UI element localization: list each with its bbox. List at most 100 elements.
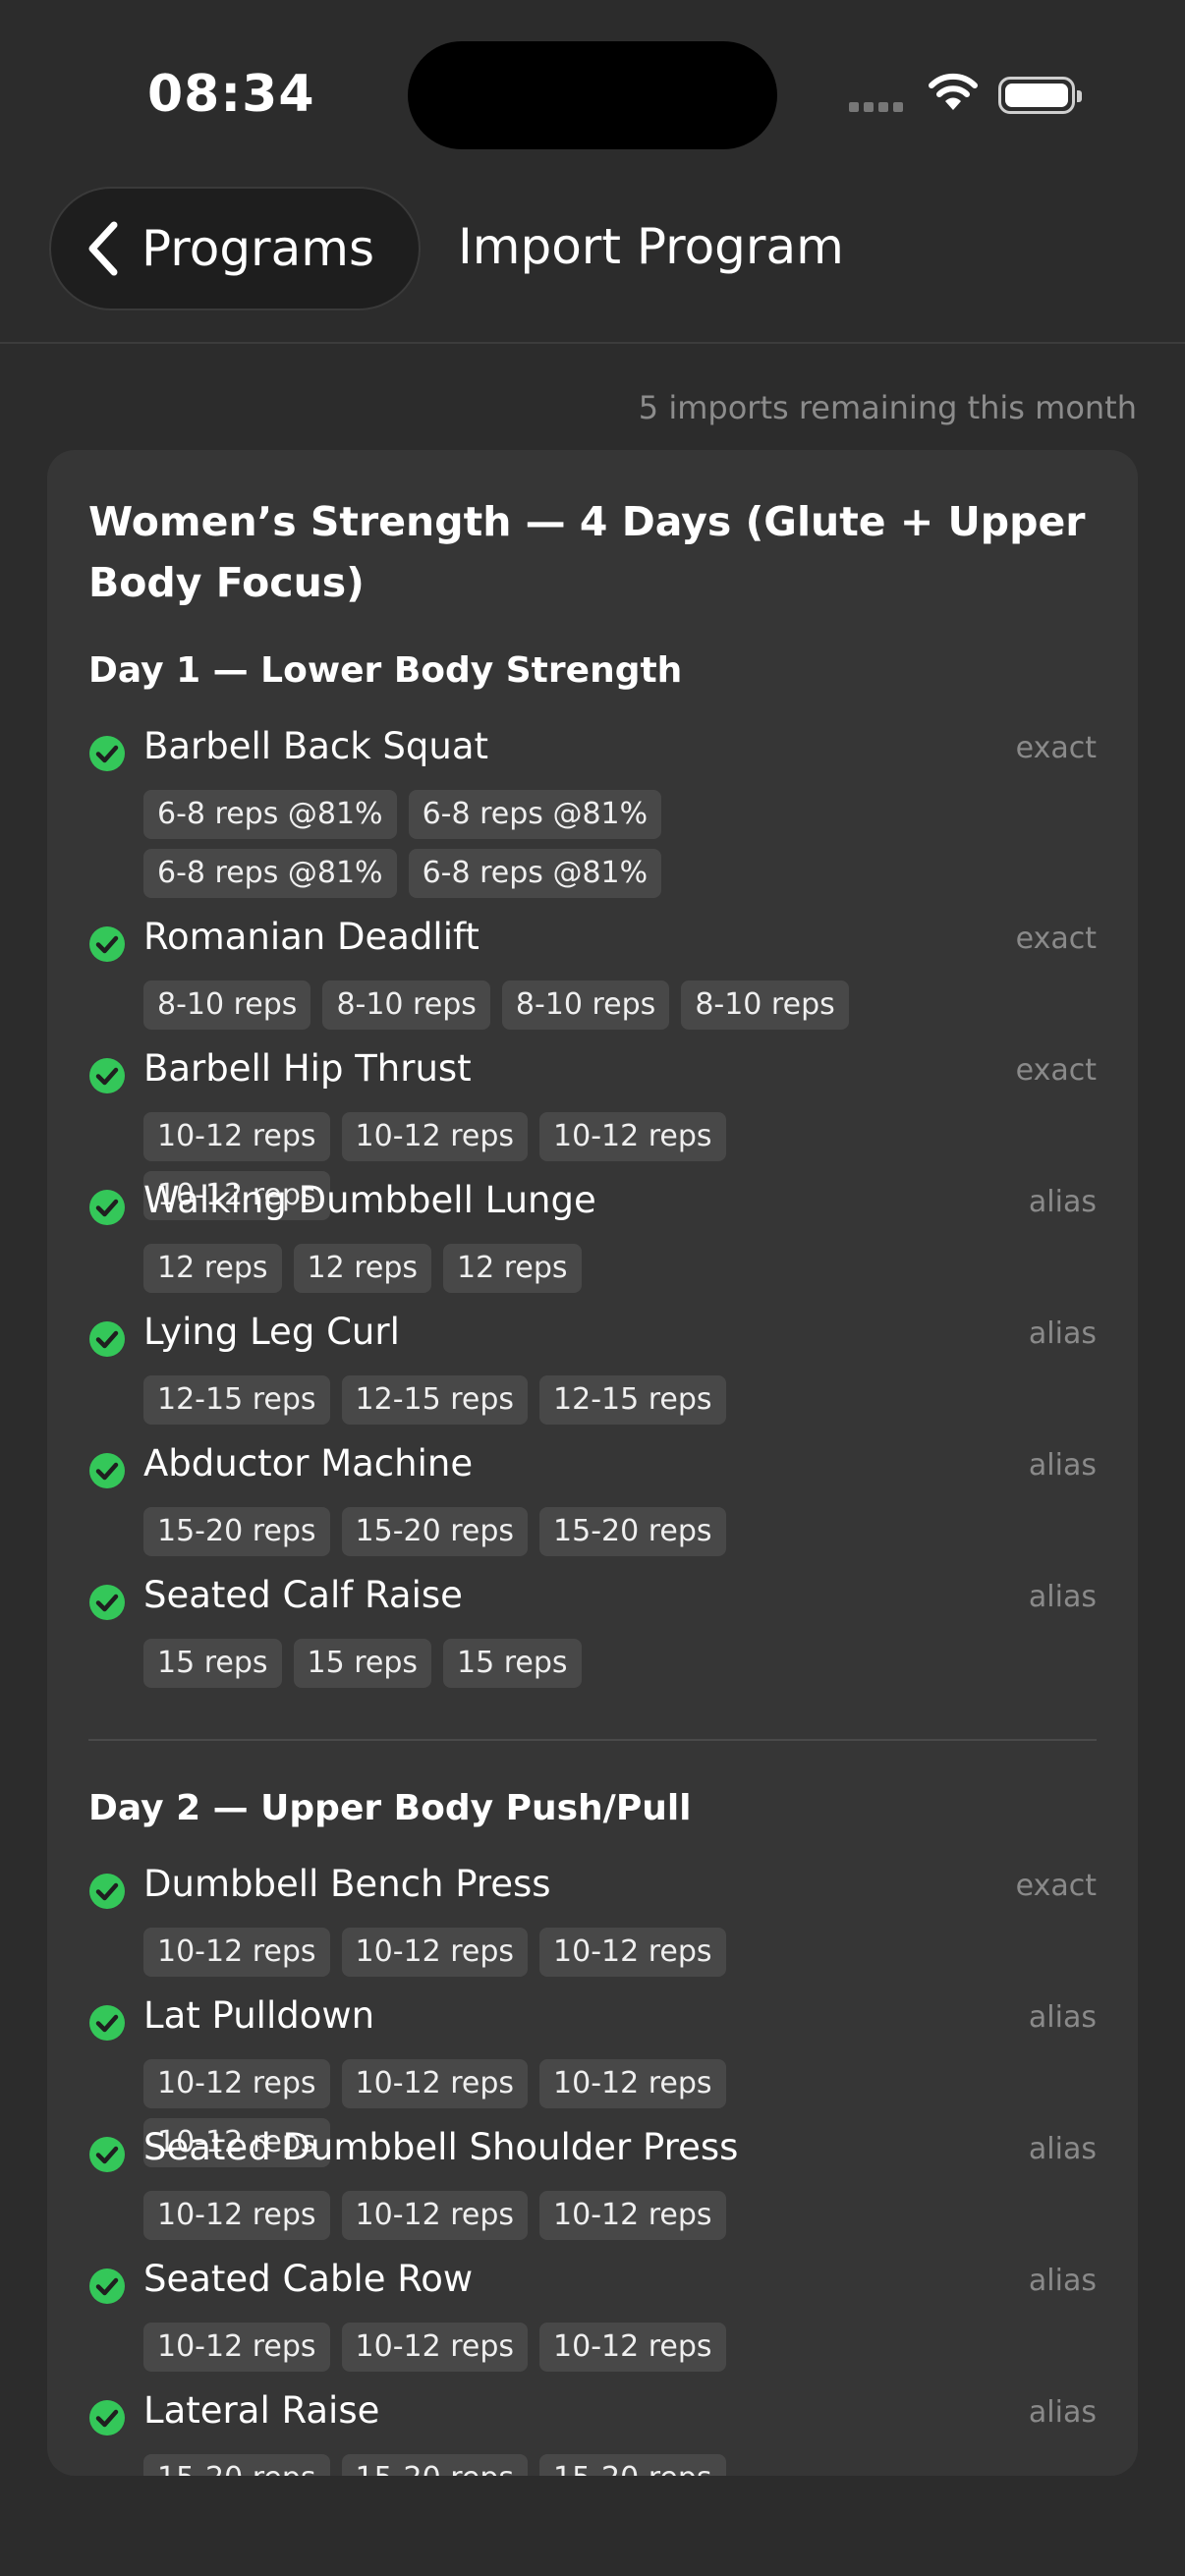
- check-circle-icon: [89, 1453, 125, 1488]
- set-chip: 10-12 reps: [143, 2323, 330, 2372]
- match-type: alias: [1028, 1316, 1097, 1351]
- set-chip: 15 reps: [293, 1639, 432, 1688]
- set-chip: 10-12 reps: [539, 2191, 726, 2240]
- exercise-name: Barbell Hip Thrust: [143, 1047, 472, 1090]
- program-preview-card[interactable]: Women’s Strength — 4 Days (Glute + Upper…: [47, 450, 1138, 2476]
- match-type: alias: [1028, 2264, 1097, 2298]
- match-type: exact: [1015, 1869, 1097, 1903]
- set-chip: 10-12 reps: [539, 1112, 726, 1161]
- set-chip: 15-20 reps: [143, 2454, 330, 2476]
- day-title: Day 2 — Upper Body Push/Pull: [88, 1788, 692, 1828]
- day-divider: [88, 1739, 1097, 1741]
- set-chip: 10-12 reps: [143, 2059, 330, 2108]
- check-circle-icon: [89, 2137, 125, 2172]
- set-chip: 10-12 reps: [539, 1928, 726, 1977]
- set-chip: 12 reps: [293, 1244, 432, 1293]
- set-chip: 8-10 reps: [143, 980, 311, 1030]
- set-chip: 12-15 reps: [341, 1375, 529, 1425]
- set-chip: 15-20 reps: [539, 2454, 726, 2476]
- set-chip: 15 reps: [443, 1639, 582, 1688]
- check-circle-icon: [89, 1585, 125, 1620]
- match-type: alias: [1028, 2395, 1097, 2430]
- set-chips: 10-12 reps 10-12 reps 10-12 reps: [143, 1928, 910, 1977]
- set-chip: 12-15 reps: [539, 1375, 726, 1425]
- status-bar: 08:34: [0, 0, 1185, 187]
- set-chip: 15 reps: [143, 1639, 282, 1688]
- exercise-name: Seated Dumbbell Shoulder Press: [143, 2126, 739, 2168]
- set-chip: 15-20 reps: [341, 2454, 529, 2476]
- exercise-name: Walking Dumbbell Lunge: [143, 1179, 596, 1221]
- set-chip: 6-8 reps @81%: [408, 849, 662, 898]
- set-chip: 6-8 reps @81%: [143, 849, 397, 898]
- wifi-icon: [929, 73, 978, 110]
- exercise-name: Lat Pulldown: [143, 1994, 375, 2037]
- exercise-name: Dumbbell Bench Press: [143, 1863, 551, 1905]
- check-circle-icon: [89, 2005, 125, 2041]
- check-circle-icon: [89, 1058, 125, 1093]
- check-circle-icon: [89, 926, 125, 962]
- status-time: 08:34: [147, 65, 315, 124]
- match-type: alias: [1028, 2000, 1097, 2035]
- check-circle-icon: [89, 1321, 125, 1357]
- set-chip: 10-12 reps: [341, 2191, 529, 2240]
- check-circle-icon: [89, 2268, 125, 2304]
- dynamic-island: [408, 41, 777, 149]
- match-type: alias: [1028, 1580, 1097, 1614]
- day-title: Day 1 — Lower Body Strength: [88, 650, 683, 691]
- set-chip: 10-12 reps: [341, 2323, 529, 2372]
- set-chips: 10-12 reps 10-12 reps 10-12 reps: [143, 2191, 910, 2240]
- set-chips: 15-20 reps 15-20 reps 15-20 reps: [143, 2454, 910, 2476]
- set-chip: 15-20 reps: [143, 1507, 330, 1556]
- check-circle-icon: [89, 2400, 125, 2436]
- set-chip: 10-12 reps: [539, 2323, 726, 2372]
- match-type: exact: [1015, 1053, 1097, 1088]
- imports-remaining: 5 imports remaining this month: [638, 389, 1137, 426]
- battery-icon: [998, 77, 1082, 114]
- set-chip: 6-8 reps @81%: [408, 790, 662, 839]
- program-title: Women’s Strength — 4 Days (Glute + Upper…: [88, 498, 1086, 606]
- set-chip: 15-20 reps: [539, 1507, 726, 1556]
- set-chips: 10-12 reps 10-12 reps 10-12 reps: [143, 2323, 910, 2372]
- exercise-name: Abductor Machine: [143, 1442, 474, 1484]
- signal-icon: [849, 102, 903, 112]
- check-circle-icon: [89, 1874, 125, 1909]
- set-chip: 12-15 reps: [143, 1375, 330, 1425]
- set-chip: 15-20 reps: [341, 1507, 529, 1556]
- set-chip: 8-10 reps: [681, 980, 849, 1030]
- exercise-name: Barbell Back Squat: [143, 725, 489, 767]
- match-type: exact: [1015, 731, 1097, 765]
- exercise-name: Romanian Deadlift: [143, 916, 480, 958]
- set-chip: 10-12 reps: [341, 1112, 529, 1161]
- set-chips: 8-10 reps 8-10 reps 8-10 reps 8-10 reps: [143, 980, 910, 1030]
- bottom-area: [0, 2476, 1185, 2576]
- set-chips: 15 reps 15 reps 15 reps: [143, 1639, 910, 1688]
- set-chip: 10-12 reps: [341, 1928, 529, 1977]
- set-chip: 10-12 reps: [341, 2059, 529, 2108]
- set-chips: 6-8 reps @81% 6-8 reps @81% 6-8 reps @81% 6…: [143, 790, 910, 898]
- check-circle-icon: [89, 1190, 125, 1225]
- set-chip: 12 reps: [443, 1244, 582, 1293]
- set-chips: 12 reps 12 reps 12 reps: [143, 1244, 910, 1293]
- set-chip: 10-12 reps: [143, 1112, 330, 1161]
- set-chip: 8-10 reps: [501, 980, 670, 1030]
- set-chip: 10-12 reps: [539, 2059, 726, 2108]
- match-type: exact: [1015, 922, 1097, 956]
- set-chips: 15-20 reps15-20 reps15-20 reps: [143, 1507, 910, 1556]
- set-chip: 12 reps: [143, 1244, 282, 1293]
- match-type: alias: [1028, 1185, 1097, 1219]
- check-circle-icon: [89, 736, 125, 771]
- set-chip: 10-12 reps: [143, 1928, 330, 1977]
- set-chip: 10-12 reps: [143, 2191, 330, 2240]
- back-button-label: Programs: [141, 220, 375, 277]
- page-title: Import Program: [458, 218, 844, 275]
- exercise-name: Seated Calf Raise: [143, 1574, 463, 1616]
- exercise-name: Lateral Raise: [143, 2389, 380, 2432]
- back-button[interactable]: Programs: [49, 187, 421, 310]
- chevron-left-icon: [88, 221, 118, 276]
- set-chips: 12-15 reps 12-15 reps 12-15 reps: [143, 1375, 910, 1425]
- set-chip: 8-10 reps: [322, 980, 490, 1030]
- match-type: alias: [1028, 2132, 1097, 2166]
- match-type: alias: [1028, 1448, 1097, 1483]
- exercise-name: Lying Leg Curl: [143, 1311, 400, 1353]
- set-chip: 6-8 reps @81%: [143, 790, 397, 839]
